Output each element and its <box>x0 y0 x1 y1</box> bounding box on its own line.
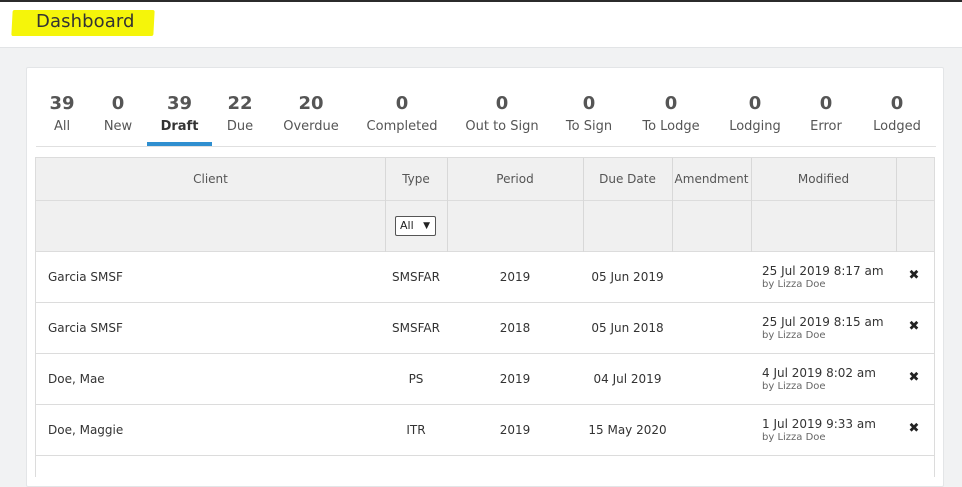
column-divider <box>447 158 448 252</box>
type-cell: SMSFAR <box>392 321 440 335</box>
table-filter-row <box>36 201 934 252</box>
tab-label: All <box>53 119 71 134</box>
table-row-partial[interactable] <box>36 456 934 478</box>
modified-date: 4 Jul 2019 8:02 am <box>762 366 876 380</box>
tab-count: 0 <box>111 93 125 114</box>
delete-icon[interactable]: ✖ <box>907 422 921 436</box>
type-cell: PS <box>408 372 424 386</box>
tab-label: Error <box>810 119 842 134</box>
tab-count: 20 <box>298 93 324 114</box>
modified-by: by Lizza Doe <box>762 381 826 392</box>
delete-icon[interactable]: ✖ <box>907 269 921 283</box>
tab-due[interactable]: 22 Due <box>219 91 261 147</box>
modified-date: 1 Jul 2019 9:33 am <box>762 417 876 431</box>
returns-table: Client Type Period Due Date Amendment Mo… <box>35 157 935 478</box>
table-row[interactable]: Doe, Mae PS 2019 04 Jul 2019 4 Jul 2019 … <box>36 354 934 405</box>
tab-all[interactable]: 39 All <box>40 91 84 147</box>
modified-cell: 4 Jul 2019 8:02 am by Lizza Doe <box>762 366 876 393</box>
tab-lodging[interactable]: 0 Lodging <box>722 91 788 147</box>
modified-date: 25 Jul 2019 8:15 am <box>762 315 884 329</box>
column-header-period[interactable]: Period <box>447 158 583 201</box>
column-header-amendment[interactable]: Amendment <box>672 158 751 201</box>
tab-label: Due <box>226 119 254 134</box>
tab-label: Overdue <box>283 119 339 134</box>
type-cell: ITR <box>406 423 426 437</box>
tab-count: 0 <box>819 93 833 114</box>
page-title: Dashboard <box>36 11 135 32</box>
modified-date: 25 Jul 2019 8:17 am <box>762 264 884 278</box>
modified-by: by Lizza Doe <box>762 279 826 290</box>
tab-count: 22 <box>227 93 253 114</box>
column-header-client[interactable]: Client <box>36 158 385 201</box>
client-cell[interactable]: Garcia SMSF <box>48 303 123 354</box>
tab-count: 0 <box>664 93 678 114</box>
due-date-cell: 05 Jun 2019 <box>591 270 664 284</box>
column-header-due-date[interactable]: Due Date <box>583 158 672 201</box>
tab-count: 39 <box>166 93 193 114</box>
column-divider <box>385 158 386 252</box>
column-divider <box>751 158 752 252</box>
tab-count: 0 <box>395 93 409 114</box>
type-filter-select[interactable]: All ▼ <box>395 216 436 236</box>
period-cell: 2019 <box>499 372 531 386</box>
tab-to-sign[interactable]: 0 To Sign <box>561 91 617 147</box>
tab-count: 0 <box>748 93 762 114</box>
type-filter-value: All <box>400 219 414 232</box>
tab-label: Out to Sign <box>465 119 539 134</box>
active-tab-indicator <box>147 142 212 146</box>
tab-error[interactable]: 0 Error <box>804 91 848 147</box>
tab-count: 0 <box>582 93 596 114</box>
due-date-cell: 15 May 2020 <box>588 423 667 437</box>
column-divider <box>896 158 897 252</box>
tab-draft[interactable]: 39 Draft <box>147 91 212 147</box>
tab-out-to-sign[interactable]: 0 Out to Sign <box>462 91 542 147</box>
table-row[interactable]: Garcia SMSF SMSFAR 2018 05 Jun 2018 25 J… <box>36 303 934 354</box>
due-date-cell: 05 Jun 2018 <box>591 321 664 335</box>
status-tabs: 39 All 0 New 39 Draft 22 Due 20 Overdue … <box>36 91 936 147</box>
tab-new[interactable]: 0 New <box>96 91 140 147</box>
period-cell: 2019 <box>499 423 531 437</box>
tab-count: 39 <box>49 93 75 114</box>
tab-label: To Lodge <box>642 119 700 134</box>
period-cell: 2019 <box>499 270 531 284</box>
due-date-cell: 04 Jul 2019 <box>593 372 662 386</box>
tab-label: Draft <box>160 119 199 134</box>
delete-icon[interactable]: ✖ <box>907 320 921 334</box>
column-header-modified[interactable]: Modified <box>751 158 896 201</box>
tab-label: To Sign <box>565 119 613 134</box>
modified-cell: 25 Jul 2019 8:15 am by Lizza Doe <box>762 315 884 342</box>
tab-label: Lodged <box>873 119 921 134</box>
tab-label: Completed <box>366 119 438 134</box>
client-cell[interactable]: Doe, Maggie <box>48 405 123 456</box>
client-cell[interactable]: Doe, Mae <box>48 354 105 405</box>
tab-to-lodge[interactable]: 0 To Lodge <box>635 91 707 147</box>
modified-cell: 1 Jul 2019 9:33 am by Lizza Doe <box>762 417 876 444</box>
tab-label: Lodging <box>729 119 781 134</box>
tab-completed[interactable]: 0 Completed <box>362 91 442 147</box>
dropdown-arrow-icon: ▼ <box>423 221 430 231</box>
modified-by: by Lizza Doe <box>762 432 826 443</box>
table-row[interactable]: Doe, Maggie ITR 2019 15 May 2020 1 Jul 2… <box>36 405 934 456</box>
table-header-row: Client Type Period Due Date Amendment Mo… <box>36 158 934 201</box>
column-header-type[interactable]: Type <box>385 158 447 201</box>
table-row[interactable]: Garcia SMSF SMSFAR 2019 05 Jun 2019 25 J… <box>36 252 934 303</box>
modified-by: by Lizza Doe <box>762 330 826 341</box>
tab-count: 0 <box>495 93 509 114</box>
column-divider <box>672 158 673 252</box>
tab-label: New <box>103 119 133 134</box>
tab-overdue[interactable]: 20 Overdue <box>277 91 345 147</box>
tab-lodged[interactable]: 0 Lodged <box>869 91 925 147</box>
period-cell: 2018 <box>499 321 531 335</box>
delete-icon[interactable]: ✖ <box>907 371 921 385</box>
client-cell[interactable]: Garcia SMSF <box>48 252 123 303</box>
column-divider <box>583 158 584 252</box>
type-cell: SMSFAR <box>392 270 440 284</box>
modified-cell: 25 Jul 2019 8:17 am by Lizza Doe <box>762 264 884 291</box>
tab-count: 0 <box>890 93 904 114</box>
